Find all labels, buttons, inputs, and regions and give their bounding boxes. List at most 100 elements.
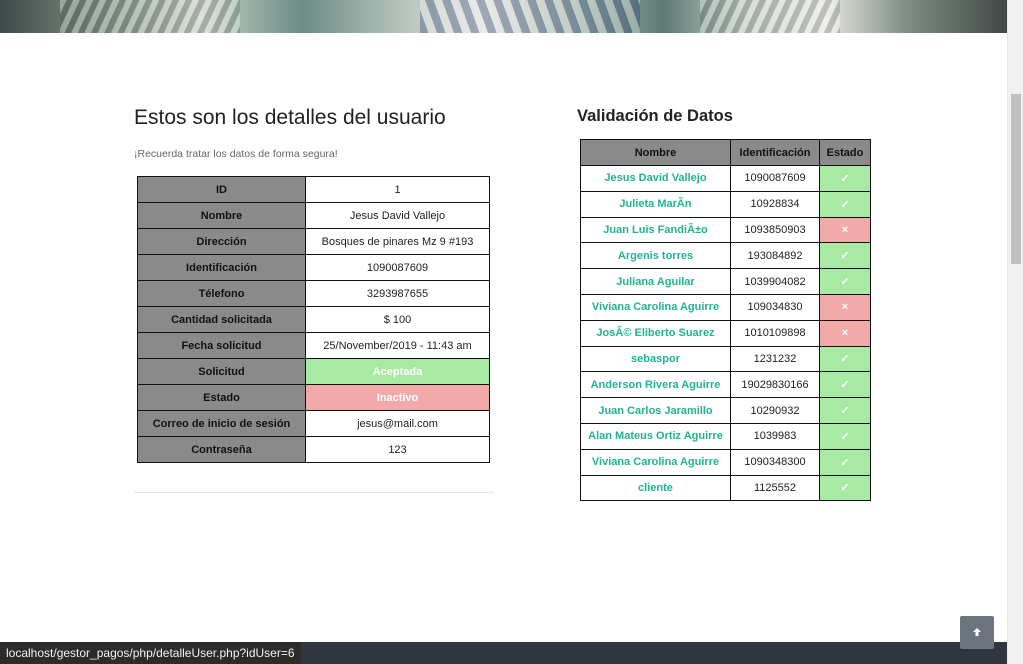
user-identification: 1039904082 bbox=[730, 268, 820, 295]
validation-row: Viviana Carolina Aguirre 1090348300 ✓ bbox=[580, 448, 871, 476]
user-name-link[interactable]: Juan Luis FandiÃ±o bbox=[580, 216, 731, 244]
banknote-decor bbox=[60, 0, 240, 33]
user-name-link[interactable]: Argenis torres bbox=[580, 242, 731, 270]
detail-value: Aceptada bbox=[305, 358, 490, 385]
status-fail-icon: × bbox=[819, 319, 871, 347]
validation-row: Anderson Rivera Aguirre 19029830166 ✓ bbox=[580, 371, 871, 399]
user-identification: 1090087609 bbox=[730, 165, 820, 192]
validation-row: Argenis torres 193084892 ✓ bbox=[580, 242, 871, 270]
status-ok-icon: ✓ bbox=[819, 345, 871, 373]
user-name-link[interactable]: cliente bbox=[580, 474, 731, 502]
detail-value: $ 100 bbox=[305, 306, 490, 333]
user-name-link[interactable]: Juan Carlos Jaramillo bbox=[580, 397, 731, 424]
user-detail-row: Contraseña 123 bbox=[137, 436, 490, 463]
detail-value: Inactivo bbox=[305, 384, 490, 411]
page-scrollbar[interactable] bbox=[1007, 0, 1023, 664]
user-name-link[interactable]: Juliana Aguilar bbox=[580, 268, 731, 295]
header-estado: Estado bbox=[819, 139, 871, 166]
status-ok-icon: ✓ bbox=[819, 422, 871, 450]
status-ok-icon: ✓ bbox=[819, 448, 871, 476]
detail-label: Dirección bbox=[137, 228, 306, 255]
scrollbar-thumb[interactable] bbox=[1011, 94, 1021, 264]
user-detail-row: Fecha solicitud 25/November/2019 - 11:43 … bbox=[137, 332, 490, 359]
validation-header-row: Nombre Identificación Estado bbox=[580, 139, 871, 166]
user-detail-row: Télefono 3293987655 bbox=[137, 280, 490, 307]
user-identification: 19029830166 bbox=[730, 371, 820, 399]
header-identificacion: Identificación bbox=[730, 139, 820, 166]
status-ok-icon: ✓ bbox=[819, 190, 871, 218]
user-name-link[interactable]: Jesus David Vallejo bbox=[580, 165, 731, 192]
back-to-top-button[interactable] bbox=[960, 616, 994, 649]
section-divider bbox=[134, 492, 494, 493]
user-detail-row: Estado Inactivo bbox=[137, 384, 490, 411]
detail-label: Cantidad solicitada bbox=[137, 306, 306, 333]
user-identification: 1125552 bbox=[730, 474, 820, 502]
validation-row: cliente 1125552 ✓ bbox=[580, 474, 871, 502]
user-detail-row: Solicitud Aceptada bbox=[137, 358, 490, 385]
status-ok-icon: ✓ bbox=[819, 242, 871, 270]
detail-label: Nombre bbox=[137, 202, 306, 229]
detail-value: 123 bbox=[305, 436, 490, 463]
status-ok-icon: ✓ bbox=[819, 371, 871, 399]
user-identification: 10928834 bbox=[730, 190, 820, 218]
detail-label: Fecha solicitud bbox=[137, 332, 306, 359]
validation-row: Juliana Aguilar 1039904082 ✓ bbox=[580, 268, 871, 295]
user-detail-row: Correo de inicio de sesión jesus@mail.com bbox=[137, 410, 490, 437]
validation-row: Julieta MarÃn 10928834 ✓ bbox=[580, 190, 871, 218]
security-reminder: ¡Recuerda tratar los datos de forma segu… bbox=[134, 148, 338, 160]
validation-row: Jesus David Vallejo 1090087609 ✓ bbox=[580, 165, 871, 192]
user-identification: 193084892 bbox=[730, 242, 820, 270]
status-ok-icon: ✓ bbox=[819, 268, 871, 295]
validation-row: Viviana Carolina Aguirre 109034830 × bbox=[580, 293, 871, 321]
banknote-decor bbox=[700, 0, 840, 33]
user-name-link[interactable]: Viviana Carolina Aguirre bbox=[580, 293, 731, 321]
user-name-link[interactable]: Julieta MarÃn bbox=[580, 190, 731, 218]
user-identification: 1039983 bbox=[730, 422, 820, 450]
status-ok-icon: ✓ bbox=[819, 397, 871, 424]
status-fail-icon: × bbox=[819, 216, 871, 244]
header-nombre: Nombre bbox=[580, 139, 731, 166]
detail-value: 1 bbox=[305, 176, 490, 203]
user-name-link[interactable]: Anderson Rivera Aguirre bbox=[580, 371, 731, 399]
detail-label: Contraseña bbox=[137, 436, 306, 463]
user-name-link[interactable]: Viviana Carolina Aguirre bbox=[580, 448, 731, 476]
user-identification: 109034830 bbox=[730, 293, 820, 321]
detail-value: 25/November/2019 - 11:43 am bbox=[305, 332, 490, 359]
detail-value: Jesus David Vallejo bbox=[305, 202, 490, 229]
status-bar-url: localhost/gestor_pagos/php/detalleUser.p… bbox=[0, 642, 301, 664]
user-details-table: ID 1 Nombre Jesus David Vallejo Dirección Bos… bbox=[137, 176, 490, 463]
validation-title: Validación de Datos bbox=[577, 107, 733, 125]
validation-row: sebaspor 1231232 ✓ bbox=[580, 345, 871, 373]
detail-label: Identificación bbox=[137, 254, 306, 281]
status-ok-icon: ✓ bbox=[819, 474, 871, 502]
user-name-link[interactable]: Alan Mateus Ortiz Aguirre bbox=[580, 422, 731, 450]
validation-row: Juan Luis FandiÃ±o 1093850903 × bbox=[580, 216, 871, 244]
header-banner-image bbox=[0, 0, 1007, 33]
banknote-decor bbox=[420, 0, 640, 33]
user-details-title: Estos son los detalles del usuario bbox=[134, 106, 446, 129]
user-identification: 1231232 bbox=[730, 345, 820, 373]
detail-value: 3293987655 bbox=[305, 280, 490, 307]
user-detail-row: Identificación 1090087609 bbox=[137, 254, 490, 281]
status-fail-icon: × bbox=[819, 293, 871, 321]
user-identification: 1093850903 bbox=[730, 216, 820, 244]
detail-label: Télefono bbox=[137, 280, 306, 307]
detail-value: Bosques de pinares Mz 9 #193 bbox=[305, 228, 490, 255]
detail-value: jesus@mail.com bbox=[305, 410, 490, 437]
detail-value: 1090087609 bbox=[305, 254, 490, 281]
user-detail-row: Dirección Bosques de pinares Mz 9 #193 bbox=[137, 228, 490, 255]
user-identification: 10290932 bbox=[730, 397, 820, 424]
detail-label: Estado bbox=[137, 384, 306, 411]
user-name-link[interactable]: JosÃ© Eliberto Suarez bbox=[580, 319, 731, 347]
user-detail-row: Cantidad solicitada $ 100 bbox=[137, 306, 490, 333]
detail-label: Solicitud bbox=[137, 358, 306, 385]
arrow-up-icon bbox=[973, 628, 981, 637]
user-detail-row: ID 1 bbox=[137, 176, 490, 203]
user-detail-row: Nombre Jesus David Vallejo bbox=[137, 202, 490, 229]
status-ok-icon: ✓ bbox=[819, 165, 871, 192]
validation-row: Juan Carlos Jaramillo 10290932 ✓ bbox=[580, 397, 871, 424]
validation-table: Nombre Identificación Estado Jesus David… bbox=[580, 139, 871, 502]
user-name-link[interactable]: sebaspor bbox=[580, 345, 731, 373]
validation-row: Alan Mateus Ortiz Aguirre 1039983 ✓ bbox=[580, 422, 871, 450]
user-identification: 1010109898 bbox=[730, 319, 820, 347]
